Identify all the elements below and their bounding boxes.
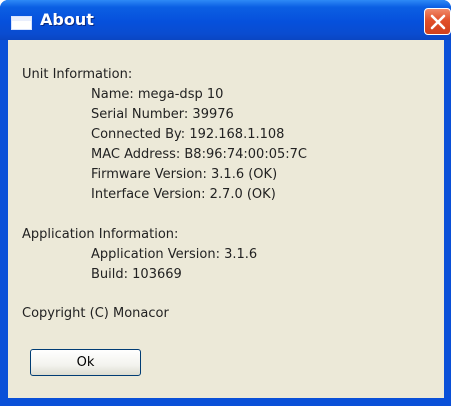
window-icon bbox=[11, 16, 32, 30]
mac-address: MAC Address: B8:96:74:00:05:7C bbox=[91, 147, 307, 162]
window-bottom-border bbox=[0, 398, 451, 406]
title-bar[interactable]: About bbox=[0, 0, 451, 40]
about-dialog: About Unit Information: Name: mega-dsp 1… bbox=[0, 0, 451, 406]
unit-info-heading: Unit Information: bbox=[22, 67, 133, 82]
dialog-body: Unit Information: Name: mega-dsp 10 Seri… bbox=[8, 40, 444, 398]
build-number: Build: 103669 bbox=[91, 267, 182, 282]
app-info-heading: Application Information: bbox=[22, 227, 179, 242]
copyright-text: Copyright (C) Monacor bbox=[22, 306, 169, 321]
application-version: Application Version: 3.1.6 bbox=[91, 247, 258, 262]
ok-button[interactable]: Ok bbox=[30, 349, 141, 376]
dialog-title: About bbox=[40, 10, 94, 29]
firmware-version: Firmware Version: 3.1.6 (OK) bbox=[91, 167, 278, 182]
close-x-icon bbox=[430, 14, 446, 30]
serial-number: Serial Number: 39976 bbox=[91, 107, 234, 122]
connected-by: Connected By: 192.168.1.108 bbox=[91, 127, 285, 142]
interface-version: Interface Version: 2.7.0 (OK) bbox=[91, 187, 276, 202]
close-button[interactable] bbox=[424, 8, 451, 35]
unit-name: Name: mega-dsp 10 bbox=[91, 87, 224, 102]
